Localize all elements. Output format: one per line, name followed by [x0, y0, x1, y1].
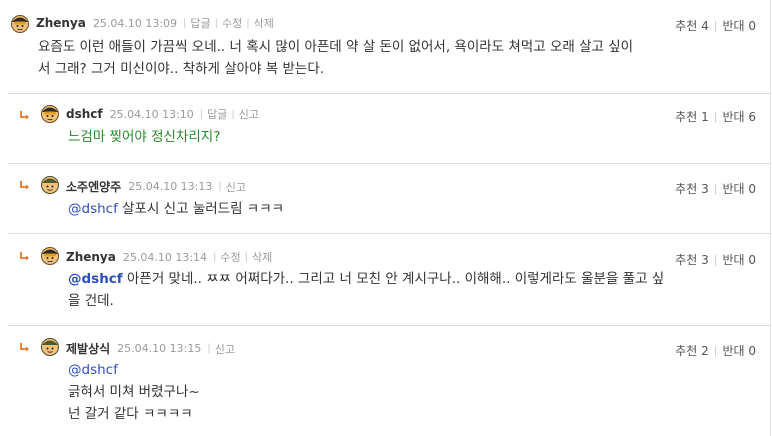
divider: |	[713, 110, 718, 123]
reply-arrow-icon	[20, 343, 29, 352]
comment-date: 25.04.10 13:09	[92, 16, 178, 30]
upvote-count: 3	[701, 182, 709, 196]
upvote-button[interactable]: 추천 3	[675, 251, 709, 268]
user-avatar-icon[interactable]	[40, 245, 60, 265]
upvote-button[interactable]: 추천 3	[675, 180, 709, 197]
downvote-count: 6	[748, 110, 756, 124]
comment-item: Zhenya 25.04.10 13:09 | 답글 | 수정 | 삭제 추천 …	[0, 0, 770, 93]
divider: |	[218, 181, 222, 192]
downvote-count: 0	[748, 344, 756, 358]
comment-text-line: 아픈거 맞네.. ㅉㅉ 어쩌다가.. 그리고 너 모친 안 계시구나.. 이해해…	[122, 271, 665, 287]
author-name[interactable]: Zhenya	[36, 16, 86, 30]
downvote-button[interactable]: 반대 0	[722, 251, 756, 268]
upvote-count: 2	[701, 344, 709, 358]
reply-item: Zhenya 25.04.10 13:14 | 수정 | 삭제 추천 3 | 반…	[0, 234, 770, 325]
author-name[interactable]: 제발상식	[66, 340, 110, 357]
author-name[interactable]: 소주엔양주	[66, 178, 121, 195]
divider: |	[231, 108, 235, 120]
upvote-button[interactable]: 추천 1	[675, 108, 709, 125]
downvote-label: 반대	[722, 344, 745, 358]
reply-item: 제발상식 25.04.10 13:15 | 신고 추천 2 | 반대 0 @ds…	[0, 326, 770, 436]
author-name[interactable]: dshcf	[66, 107, 103, 121]
downvote-count: 0	[748, 182, 756, 196]
downvote-label: 반대	[722, 19, 745, 33]
divider: |	[199, 108, 204, 120]
divider: |	[214, 17, 219, 29]
comment-body: @dshcf 살포시 신고 눌러드림 ㅋㅋㅋ	[68, 198, 284, 220]
downvote-count: 0	[748, 19, 756, 33]
mention-link[interactable]: @dshcf	[68, 271, 123, 287]
user-avatar-icon[interactable]	[10, 13, 30, 33]
downvote-label: 반대	[722, 110, 745, 124]
user-avatar-icon[interactable]	[40, 174, 60, 194]
comment-text-line: 살포시 신고 눌러드림 ㅋㅋㅋ	[117, 201, 285, 217]
reply-arrow-icon	[20, 111, 29, 120]
author-name[interactable]: Zhenya	[66, 250, 116, 264]
reply-button[interactable]: 답글	[190, 15, 210, 31]
downvote-button[interactable]: 반대 0	[722, 17, 756, 34]
upvote-count: 3	[701, 253, 709, 267]
comment-list: Zhenya 25.04.10 13:09 | 답글 | 수정 | 삭제 추천 …	[0, 0, 771, 436]
downvote-button[interactable]: 반대 0	[722, 342, 756, 359]
report-button[interactable]: 신고	[226, 179, 246, 195]
reply-item: 소주엔양주 25.04.10 13:13 | 신고 추천 3 | 반대 0 @d…	[0, 164, 770, 233]
divider: |	[713, 253, 718, 266]
comment-date: 25.04.10 13:13	[128, 180, 213, 193]
divider: |	[713, 344, 718, 357]
comment-text-line: 서 그래? 그거 미신이야.. 착하게 살아야 복 받는다.	[38, 61, 325, 77]
comment-body: 요즘도 이런 애들이 가끔씩 오네.. 너 혹시 많이 아픈데 약 살 돈이 없…	[38, 36, 633, 80]
upvote-button[interactable]: 추천 2	[675, 342, 709, 359]
comment-body: @dshcf 긁혀서 미쳐 버렸구나~ 넌 갈거 같다 ㅋㅋㅋㅋ	[68, 359, 200, 425]
downvote-label: 반대	[722, 253, 745, 267]
downvote-label: 반대	[722, 182, 745, 196]
divider: |	[246, 17, 250, 29]
upvote-label: 추천	[675, 19, 698, 33]
downvote-button[interactable]: 반대 6	[722, 108, 756, 125]
upvote-label: 추천	[675, 344, 698, 358]
mention-link[interactable]: @dshcf	[68, 359, 200, 381]
comment-body: @dshcf 아픈거 맞네.. ㅉㅉ 어쩌다가.. 그리고 너 모친 안 계시구…	[68, 268, 664, 312]
report-button[interactable]: 신고	[215, 341, 235, 357]
delete-button[interactable]: 삭제	[254, 15, 274, 31]
reply-button[interactable]: 답글	[207, 106, 227, 122]
reply-arrow-icon	[20, 181, 29, 190]
divider: |	[713, 182, 718, 195]
comment-text-line: 넌 갈거 같다 ㅋㅋㅋㅋ	[68, 406, 193, 422]
downvote-button[interactable]: 반대 0	[722, 180, 756, 197]
divider: |	[713, 19, 718, 32]
upvote-label: 추천	[675, 182, 698, 196]
comment-text-line: 요즘도 이런 애들이 가끔씩 오네.. 너 혹시 많이 아픈데 약 살 돈이 없…	[38, 39, 634, 55]
delete-button[interactable]: 삭제	[252, 249, 272, 265]
upvote-button[interactable]: 추천 4	[675, 17, 709, 34]
comment-date: 25.04.10 13:15	[117, 342, 202, 355]
edit-button[interactable]: 수정	[220, 249, 240, 265]
user-avatar-icon[interactable]	[40, 336, 60, 356]
comment-text-line: 긁혀서 미쳐 버렸구나~	[68, 384, 200, 400]
reply-item: dshcf 25.04.10 13:10 | 답글 | 신고 추천 1 | 반대…	[0, 94, 770, 163]
user-avatar-icon[interactable]	[40, 103, 60, 123]
divider: |	[207, 343, 211, 354]
divider: |	[213, 251, 217, 263]
divider: |	[244, 251, 249, 263]
upvote-label: 추천	[675, 253, 698, 267]
comment-date: 25.04.10 13:10	[109, 107, 194, 121]
divider: |	[183, 17, 187, 29]
upvote-label: 추천	[675, 110, 698, 124]
upvote-count: 4	[701, 19, 709, 33]
downvote-count: 0	[748, 253, 756, 267]
reply-arrow-icon	[20, 252, 29, 261]
comment-text-line: 을 건데.	[68, 293, 114, 309]
mention-link[interactable]: @dshcf	[68, 201, 118, 217]
edit-button[interactable]: 수정	[222, 15, 242, 31]
comment-body: 느검마 찢어야 정신차리지?	[68, 129, 221, 145]
comment-date: 25.04.10 13:14	[122, 250, 208, 264]
report-button[interactable]: 신고	[239, 106, 259, 122]
upvote-count: 1	[701, 110, 709, 124]
